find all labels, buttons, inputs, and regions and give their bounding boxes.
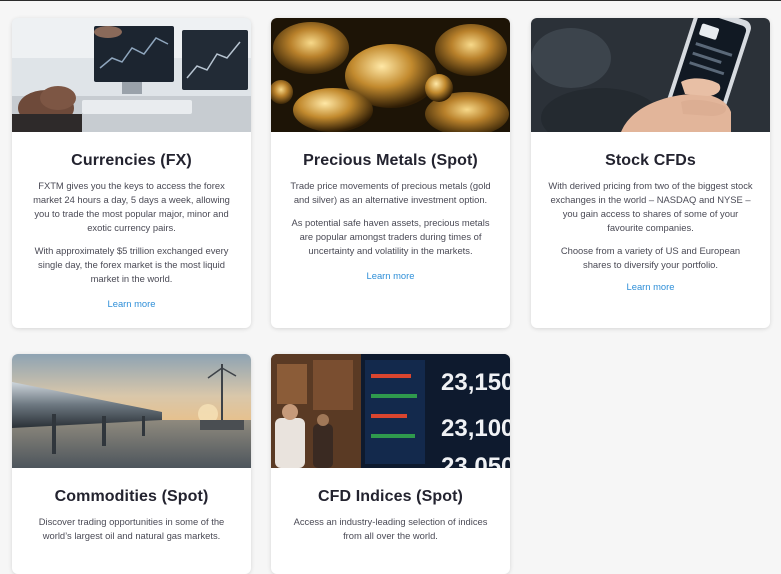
card-cfd-indices: 23,150 23,100 23,050 CFD Indices (Spot) … [271,354,510,574]
card-paragraph: FXTM gives you the keys to access the fo… [33,180,230,233]
smartphone-image [531,18,770,132]
card-paragraph: Choose from a variety of US and European… [560,245,741,270]
card-title: Commodities (Spot) [54,488,209,505]
card-title: Currencies (FX) [71,152,192,169]
learn-more-link[interactable]: Learn more [271,270,510,281]
card-paragraph: With approximately $5 trillion exchanged… [34,245,229,284]
currencies-image [12,18,251,132]
card-currencies: Currencies (FX) FXTM gives you the keys … [12,18,251,328]
card-paragraph: Discover trading opportunities in some o… [38,516,225,541]
card-description: With derived pricing from two of the big… [531,179,770,272]
card-paragraph: As potential safe haven assets, precious… [291,217,490,256]
board-number: 23,050 [441,453,510,468]
card-paragraph: Trade price movements of precious metals… [290,180,491,205]
card-commodities: Commodities (Spot) Discover trading oppo… [12,354,251,574]
card-stock-cfds: Stock CFDs With derived pricing from two… [531,18,770,328]
board-number: 23,100 [441,415,510,442]
card-paragraph: With derived pricing from two of the big… [548,180,753,233]
gold-nuggets-image [271,18,510,132]
stock-board-image: 23,150 23,100 23,050 [271,354,510,468]
card-title: Precious Metals (Spot) [303,152,478,169]
top-divider [0,0,781,1]
card-description: Access an industry-leading selection of … [271,515,510,543]
card-description: Trade price movements of precious metals… [271,179,510,258]
card-description: FXTM gives you the keys to access the fo… [12,179,251,286]
pipeline-image [12,354,251,468]
card-title: CFD Indices (Spot) [318,488,463,505]
learn-more-link[interactable]: Learn more [12,298,251,309]
card-precious-metals: Precious Metals (Spot) Trade price movem… [271,18,510,328]
card-paragraph: Access an industry-leading selection of … [293,516,488,541]
learn-more-link[interactable]: Learn more [531,281,770,292]
board-number: 23,150 [441,369,510,396]
card-title: Stock CFDs [605,152,696,169]
card-description: Discover trading opportunities in some o… [12,515,251,543]
